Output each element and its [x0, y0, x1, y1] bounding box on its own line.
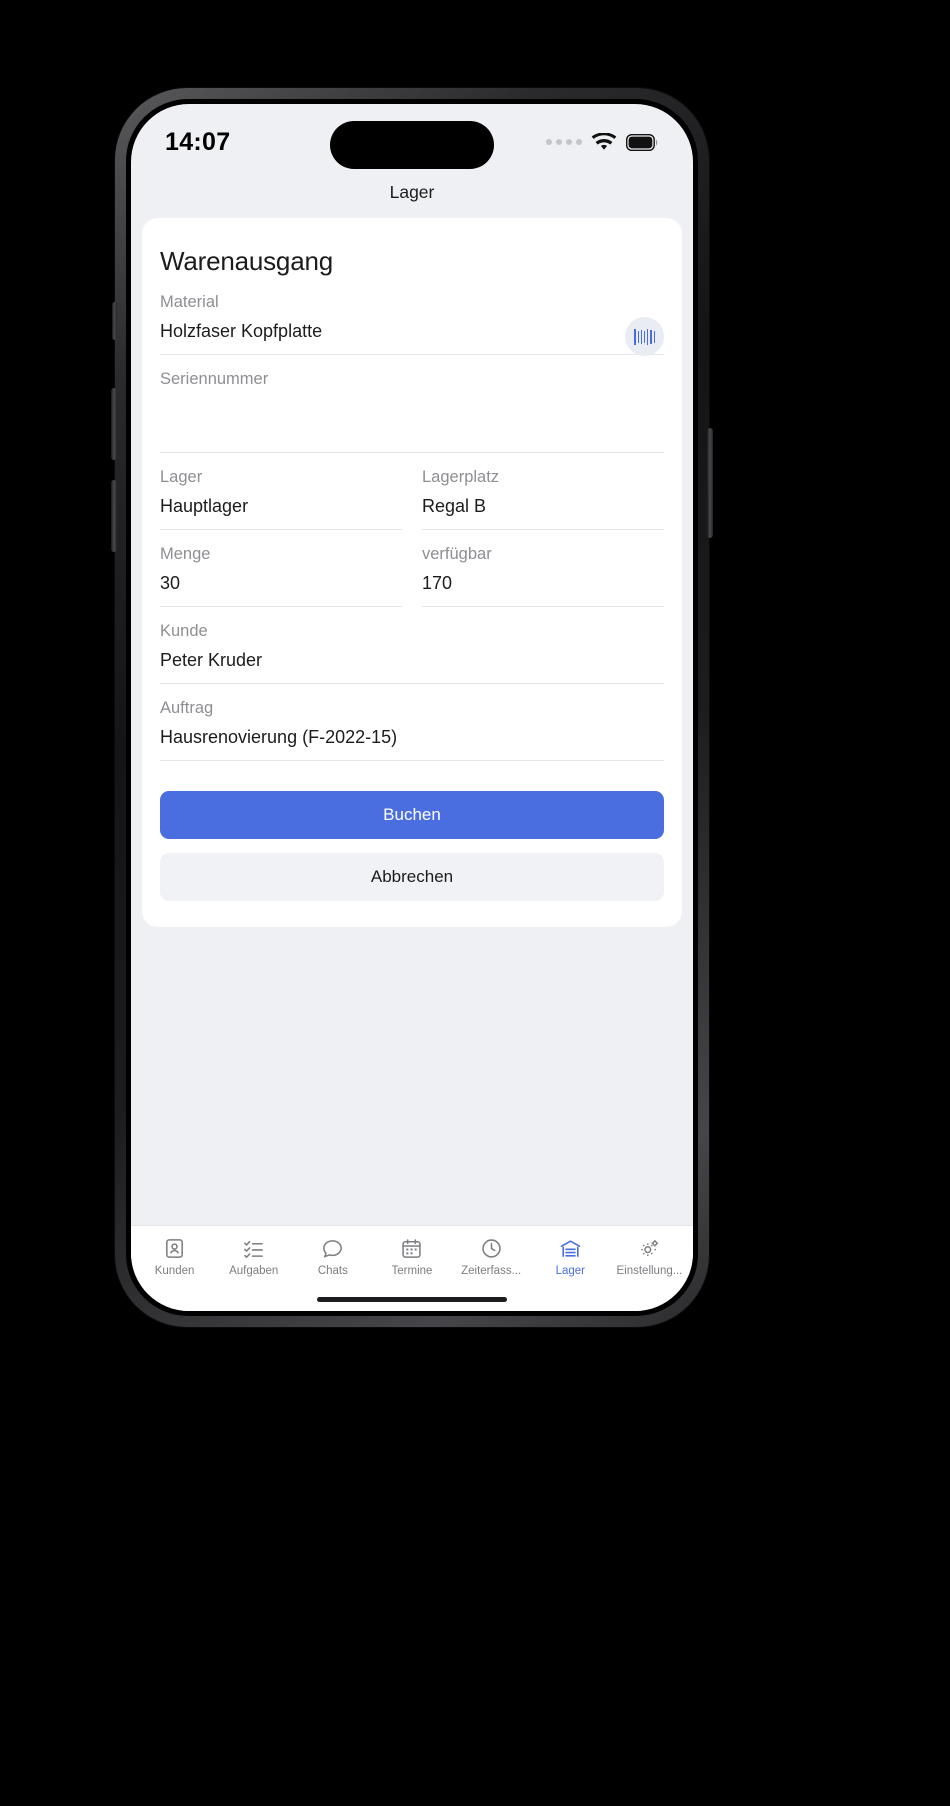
field-label-material: Material [160, 293, 219, 311]
wifi-icon [591, 132, 617, 150]
tab-label-zeiterfassung: Zeiterfass... [461, 1265, 522, 1277]
field-material: Material Holzfaser Kopfplatte [160, 293, 664, 357]
chat-bubble-icon [321, 1235, 344, 1261]
field-auftrag: Auftrag Hausrenovierung (F-2022-15) [160, 686, 664, 763]
field-menge: Menge 30 [160, 545, 402, 609]
field-value-menge[interactable]: 30 [160, 570, 402, 607]
field-value-verfuegbar: 170 [422, 570, 664, 607]
volume-down-button[interactable] [111, 480, 117, 552]
field-label-menge: Menge [160, 545, 211, 563]
silent-switch[interactable] [112, 302, 117, 340]
phone-bezel: 14:07 Lager Warenausgang Material Holzfa… [126, 99, 698, 1316]
volume-up-button[interactable] [111, 388, 117, 460]
tab-label-termine: Termine [391, 1265, 433, 1277]
page-title: Lager [389, 181, 435, 202]
field-label-verfuegbar: verfügbar [422, 545, 492, 563]
field-label-lagerplatz: Lagerplatz [422, 468, 500, 486]
field-kunde: Kunde Peter Kruder [160, 609, 664, 686]
field-label-seriennummer: Seriennummer [160, 370, 269, 388]
gears-icon [638, 1235, 661, 1261]
goods-issue-form-card: Warenausgang Material Holzfaser Kopfplat… [142, 218, 682, 927]
tab-einstellungen[interactable]: Einstellung... [610, 1235, 689, 1277]
status-bar: 14:07 [131, 104, 693, 169]
dynamic-island [330, 121, 494, 169]
barcode-scan-icon[interactable] [625, 317, 664, 356]
tab-label-aufgaben: Aufgaben [229, 1265, 279, 1277]
navigation-bar: Lager [131, 166, 693, 218]
field-seriennummer: Seriennummer [160, 357, 664, 455]
tab-chats[interactable]: Chats [293, 1235, 372, 1277]
field-row-storage: Lager Hauptlager Lagerplatz Regal B [160, 455, 664, 532]
checklist-icon [242, 1235, 265, 1261]
field-lager: Lager Hauptlager [160, 468, 402, 532]
phone-screen: 14:07 Lager Warenausgang Material Holzfa… [131, 104, 693, 1311]
status-icons [546, 132, 659, 152]
tab-lager[interactable]: Lager [531, 1235, 610, 1277]
calendar-icon [400, 1235, 423, 1261]
buchen-button[interactable]: Buchen [160, 791, 664, 839]
field-value-lager[interactable]: Hauptlager [160, 493, 402, 530]
field-label-lager: Lager [160, 468, 203, 486]
tab-label-lager: Lager [555, 1265, 585, 1277]
tab-termine[interactable]: Termine [372, 1235, 451, 1277]
contact-card-icon [163, 1235, 186, 1261]
tab-label-einstellungen: Einstellung... [616, 1265, 683, 1277]
home-indicator[interactable] [317, 1297, 507, 1302]
content-area: Warenausgang Material Holzfaser Kopfplat… [131, 218, 693, 1311]
form-actions: Buchen Abbrechen [160, 763, 664, 901]
field-value-kunde[interactable]: Peter Kruder [160, 647, 664, 684]
field-value-seriennummer[interactable] [160, 395, 664, 453]
field-label-auftrag: Auftrag [160, 699, 214, 717]
abbrechen-button[interactable]: Abbrechen [160, 853, 664, 901]
warehouse-icon [559, 1235, 582, 1261]
field-lagerplatz: Lagerplatz Regal B [422, 468, 664, 532]
field-row-quantity: Menge 30 verfügbar 170 [160, 532, 664, 609]
field-label-kunde: Kunde [160, 622, 208, 640]
form-heading: Warenausgang [160, 246, 333, 276]
tab-aufgaben[interactable]: Aufgaben [214, 1235, 293, 1277]
battery-icon [626, 133, 658, 151]
power-button[interactable] [707, 428, 713, 538]
status-time: 14:07 [165, 127, 231, 156]
field-value-lagerplatz[interactable]: Regal B [422, 493, 664, 530]
signal-dots-icon [546, 139, 582, 145]
tab-label-kunden: Kunden [154, 1265, 195, 1277]
tab-zeiterfassung[interactable]: Zeiterfass... [452, 1235, 531, 1277]
tab-kunden[interactable]: Kunden [135, 1235, 214, 1277]
field-value-auftrag[interactable]: Hausrenovierung (F-2022-15) [160, 724, 664, 761]
tab-label-chats: Chats [317, 1265, 348, 1277]
phone-frame: 14:07 Lager Warenausgang Material Holzfa… [111, 88, 713, 1327]
field-verfuegbar: verfügbar 170 [422, 545, 664, 609]
clock-icon [480, 1235, 503, 1261]
field-value-material[interactable]: Holzfaser Kopfplatte [160, 318, 664, 355]
